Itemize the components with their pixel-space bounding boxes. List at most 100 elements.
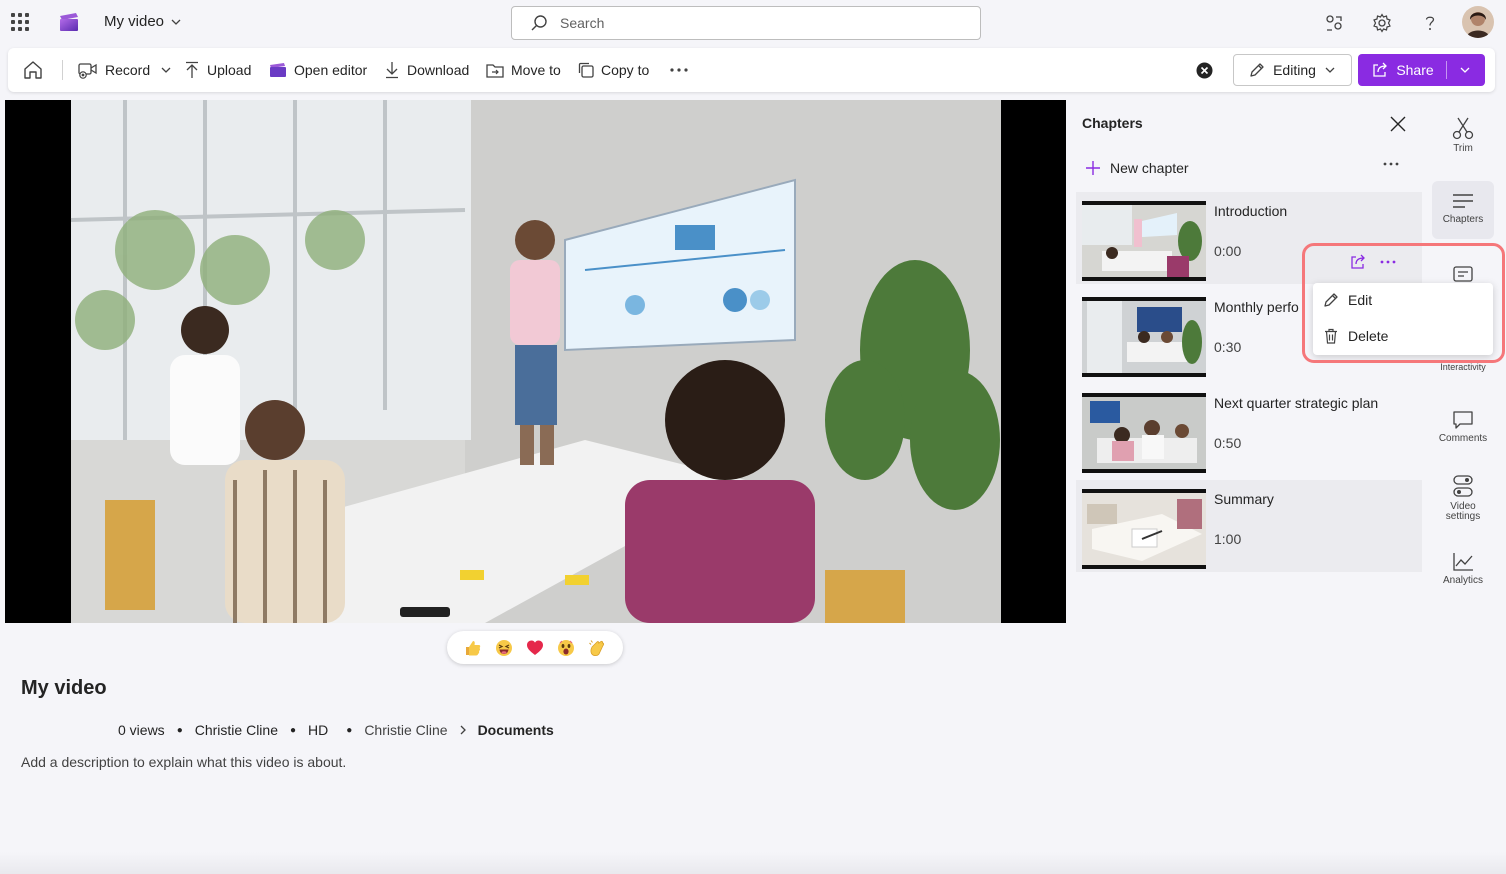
gear-icon[interactable]	[1371, 12, 1393, 34]
chevron-down-icon[interactable]	[1459, 64, 1471, 76]
share-label: Share	[1396, 62, 1434, 78]
more-horizontal-icon	[1383, 162, 1399, 166]
dismiss-circle-icon	[1196, 62, 1213, 78]
separator-dot: ●	[346, 724, 353, 736]
video-settings-label-2: settings	[1445, 511, 1481, 522]
comments-button[interactable]: Comments	[1432, 410, 1494, 450]
chapter-time: 0:30	[1214, 339, 1242, 355]
close-status-button[interactable]	[1196, 48, 1213, 92]
move-to-button[interactable]: Move to	[486, 48, 561, 92]
bottom-edge	[0, 852, 1506, 874]
chapter-name: Introduction	[1214, 203, 1288, 219]
new-chapter-label: New chapter	[1110, 160, 1189, 176]
copy-to-button[interactable]: Copy to	[578, 48, 649, 92]
chapters-tab[interactable]: Chapters	[1432, 181, 1494, 239]
surprised-emoji-icon[interactable]	[556, 638, 576, 658]
chevron-down-icon	[171, 19, 181, 25]
callout-highlight	[1302, 243, 1505, 363]
upload-icon	[186, 61, 198, 78]
people-share-icon[interactable]	[1323, 12, 1345, 34]
chapter-item[interactable]: Next quarter strategic plan 0:50	[1076, 384, 1422, 476]
trim-label: Trim	[1453, 143, 1473, 154]
video-title-dropdown[interactable]: My video	[104, 13, 182, 30]
share-icon	[1373, 62, 1388, 77]
top-bar: My video Search	[0, 0, 1506, 46]
app-launcher-icon[interactable]	[11, 13, 29, 31]
avatar[interactable]	[1462, 6, 1494, 38]
chapter-time: 0:00	[1214, 243, 1242, 259]
record-label: Record	[105, 62, 151, 78]
reactions-bar	[447, 631, 623, 664]
interactivity-label: Interactivity	[1440, 362, 1486, 372]
home-button[interactable]	[22, 48, 44, 92]
description-field[interactable]: Add a description to explain what this v…	[21, 754, 346, 770]
download-icon	[386, 62, 398, 79]
search-input[interactable]: Search	[511, 6, 981, 40]
breadcrumb-owner[interactable]: Christie Cline	[364, 722, 447, 738]
views-count: 0 views	[118, 722, 165, 738]
captions-icon	[1453, 266, 1473, 282]
captions-button[interactable]	[1432, 266, 1494, 284]
new-chapter-button[interactable]: New chapter	[1086, 160, 1189, 176]
analytics-button[interactable]: Analytics	[1432, 552, 1494, 592]
chapter-thumbnail	[1082, 489, 1206, 569]
chevron-down-icon	[161, 67, 171, 73]
chapter-name: Monthly perfo	[1214, 299, 1299, 315]
app-title: My video	[104, 13, 165, 30]
separator-dot: ●	[176, 724, 183, 736]
open-editor-button[interactable]: Open editor	[269, 48, 367, 92]
home-icon	[24, 61, 42, 79]
clipchamp-icon	[270, 63, 286, 77]
move-to-label: Move to	[511, 62, 561, 78]
comments-label: Comments	[1438, 433, 1488, 444]
thumbs-up-emoji-icon[interactable]	[463, 638, 483, 658]
record-camera-icon	[78, 63, 97, 79]
copy-icon	[578, 62, 594, 78]
upload-label: Upload	[207, 62, 252, 78]
breadcrumb-documents[interactable]: Documents	[478, 722, 554, 738]
more-horizontal-icon	[670, 68, 688, 72]
list-lines-icon	[1453, 194, 1473, 208]
toolbar-divider	[62, 60, 63, 80]
scissors-icon	[1452, 117, 1474, 140]
command-toolbar: Record Upload Open editor Download Move …	[8, 48, 1495, 92]
video-player[interactable]	[5, 100, 1066, 623]
upload-button[interactable]: Upload	[184, 48, 251, 92]
more-options-button[interactable]	[670, 48, 688, 92]
interactivity-button[interactable]: Interactivity	[1432, 362, 1494, 376]
chapter-time: 0:50	[1214, 435, 1242, 451]
comment-icon	[1453, 411, 1473, 429]
trim-button[interactable]: Trim	[1432, 116, 1494, 164]
chevron-right-icon	[460, 725, 466, 735]
chapter-time: 1:00	[1214, 531, 1242, 547]
video-settings-button[interactable]: Video settings	[1432, 474, 1494, 526]
chapters-tab-label: Chapters	[1442, 214, 1484, 225]
share-button[interactable]: Share	[1358, 54, 1485, 86]
analytics-chart-icon	[1453, 553, 1473, 571]
chevron-down-icon	[1325, 67, 1335, 73]
chapter-item[interactable]: Summary 1:00	[1076, 480, 1422, 572]
chapter-thumbnail	[1082, 201, 1206, 281]
open-editor-label: Open editor	[294, 62, 368, 78]
quality-label: HD	[308, 722, 329, 738]
owner-link[interactable]: Christie Cline	[195, 722, 278, 738]
editing-label: Editing	[1273, 62, 1316, 78]
editing-mode-button[interactable]: Editing	[1233, 54, 1352, 86]
close-icon	[1390, 116, 1406, 132]
video-frame	[5, 100, 1066, 623]
chapter-name: Summary	[1214, 491, 1274, 507]
close-panel-button[interactable]	[1389, 115, 1407, 133]
heart-emoji-icon[interactable]	[525, 638, 545, 658]
download-button[interactable]: Download	[384, 48, 469, 92]
pencil-icon	[1250, 63, 1264, 77]
download-label: Download	[407, 62, 470, 78]
plus-icon	[1086, 161, 1100, 175]
search-icon	[531, 15, 547, 31]
search-placeholder: Search	[560, 15, 605, 31]
clap-emoji-icon[interactable]	[587, 638, 607, 658]
laughing-emoji-icon[interactable]	[494, 638, 514, 658]
record-button[interactable]: Record	[78, 48, 172, 92]
chapters-more-button[interactable]	[1383, 162, 1399, 166]
video-title: My video	[21, 677, 107, 699]
help-icon[interactable]	[1419, 12, 1441, 34]
